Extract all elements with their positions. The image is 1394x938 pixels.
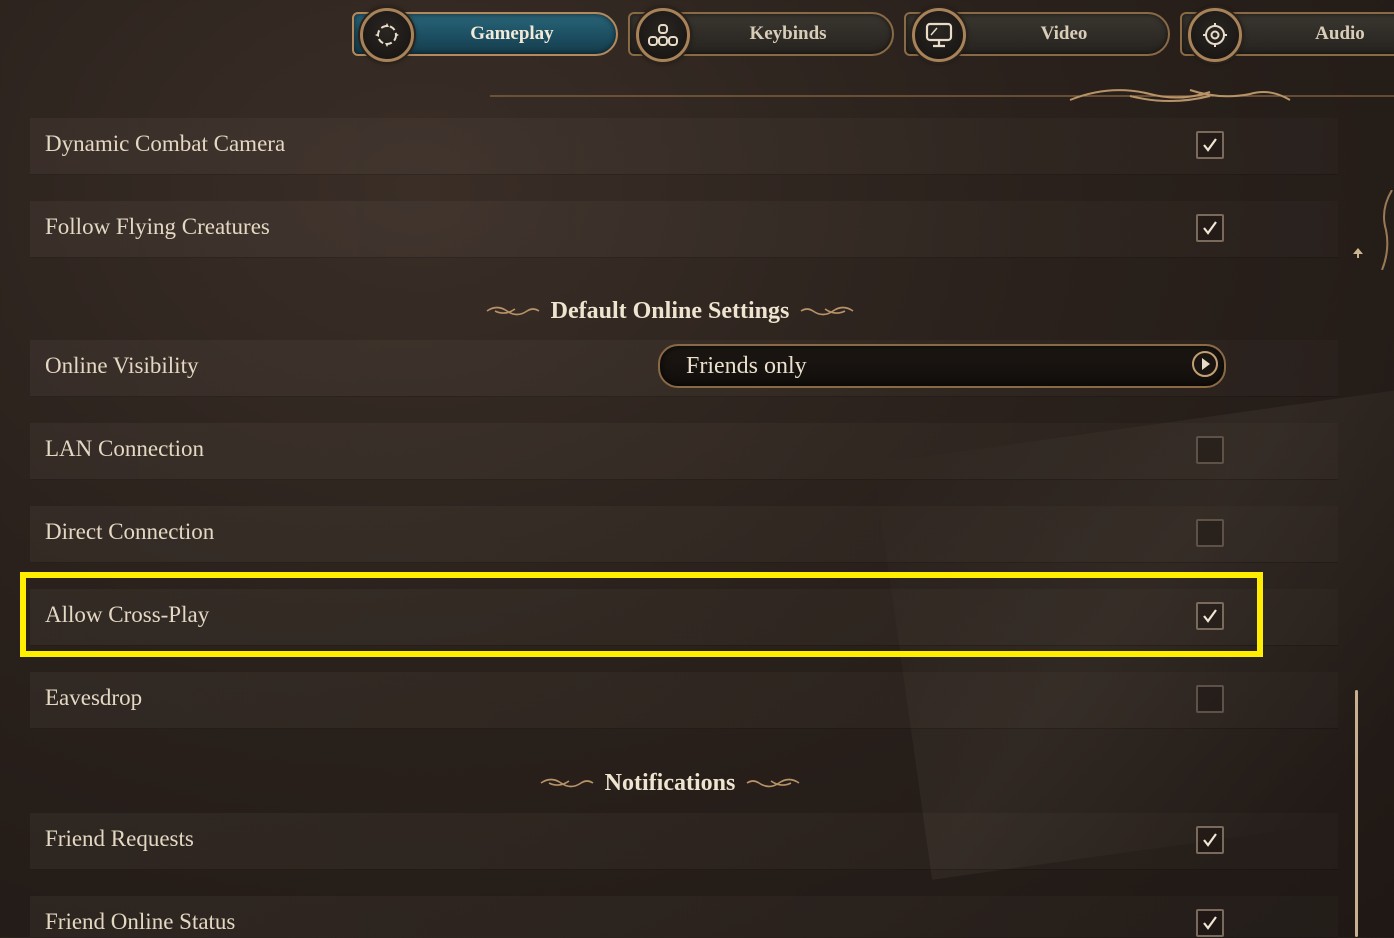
setting-row-dynamic-combat-camera: Dynamic Combat Camera xyxy=(30,118,1338,175)
direct-connection-checkbox[interactable] xyxy=(1196,519,1224,547)
settings-tab-bar: Gameplay Keybinds Video Audio xyxy=(352,8,1394,62)
follow-flying-creatures-checkbox[interactable] xyxy=(1196,214,1224,242)
eavesdrop-checkbox[interactable] xyxy=(1196,685,1224,713)
online-visibility-dropdown[interactable]: Friends only xyxy=(658,344,1226,388)
setting-label: LAN Connection xyxy=(45,436,205,461)
friend-online-status-checkbox[interactable] xyxy=(1196,909,1224,937)
left-flourish-icon xyxy=(486,306,540,316)
setting-label: Friend Online Status xyxy=(45,909,236,934)
setting-row-direct-connection: Direct Connection xyxy=(30,506,1338,563)
setting-label: Dynamic Combat Camera xyxy=(45,131,286,156)
tab-label-gameplay: Gameplay xyxy=(470,23,554,44)
side-ornament-icon xyxy=(1381,190,1393,270)
monitor-icon xyxy=(912,8,966,62)
section-header-notifications: Notifications xyxy=(0,766,1340,800)
chevron-right-icon[interactable] xyxy=(1192,351,1218,377)
tab-keybinds[interactable]: Keybinds xyxy=(628,8,894,62)
checkmark-icon xyxy=(1203,609,1217,623)
setting-row-friend-requests: Friend Requests xyxy=(30,813,1338,870)
setting-row-follow-flying-creatures: Follow Flying Creatures xyxy=(30,201,1338,258)
tab-gameplay[interactable]: Gameplay xyxy=(352,8,618,62)
setting-label: Allow Cross-Play xyxy=(45,602,210,627)
section-title: Notifications xyxy=(604,769,736,796)
audio-icon xyxy=(1188,8,1242,62)
lan-connection-checkbox[interactable] xyxy=(1196,436,1224,464)
setting-label: Direct Connection xyxy=(45,519,215,544)
gameplay-icon xyxy=(360,8,414,62)
checkmark-icon xyxy=(1203,221,1217,235)
dynamic-combat-camera-checkbox[interactable] xyxy=(1196,131,1224,159)
scrollbar-thumb[interactable] xyxy=(1355,690,1358,937)
checkmark-icon xyxy=(1203,916,1217,930)
setting-row-lan-connection: LAN Connection xyxy=(30,423,1338,480)
setting-row-friend-online-status: Friend Online Status xyxy=(30,896,1338,938)
setting-row-allow-cross-play: Allow Cross-Play xyxy=(30,589,1338,646)
checkmark-icon xyxy=(1203,138,1217,152)
right-flourish-icon xyxy=(800,306,854,316)
setting-label: Eavesdrop xyxy=(45,685,143,710)
tab-label-audio: Audio xyxy=(1315,23,1365,44)
setting-row-eavesdrop: Eavesdrop xyxy=(30,672,1338,729)
section-title: Default Online Settings xyxy=(550,297,790,324)
dropdown-value: Friends only xyxy=(686,353,807,379)
setting-row-online-visibility: Online Visibility Friends only xyxy=(30,340,1338,397)
tab-video[interactable]: Video xyxy=(904,8,1170,62)
ornamental-divider xyxy=(490,89,1394,102)
checkmark-icon xyxy=(1203,833,1217,847)
tab-audio[interactable]: Audio xyxy=(1180,8,1394,62)
section-header-online: Default Online Settings xyxy=(0,294,1340,328)
friend-requests-checkbox[interactable] xyxy=(1196,826,1224,854)
allow-cross-play-checkbox[interactable] xyxy=(1196,602,1224,630)
tab-label-keybinds: Keybinds xyxy=(749,23,827,44)
right-flourish-icon xyxy=(746,778,800,788)
keybinds-icon xyxy=(636,8,690,62)
left-flourish-icon xyxy=(540,778,594,788)
setting-label: Follow Flying Creatures xyxy=(45,214,270,239)
tab-label-video: Video xyxy=(1040,23,1088,44)
scroll-up-arrow-icon[interactable] xyxy=(1353,248,1363,258)
setting-label: Online Visibility xyxy=(45,353,199,378)
setting-label: Friend Requests xyxy=(45,826,194,851)
